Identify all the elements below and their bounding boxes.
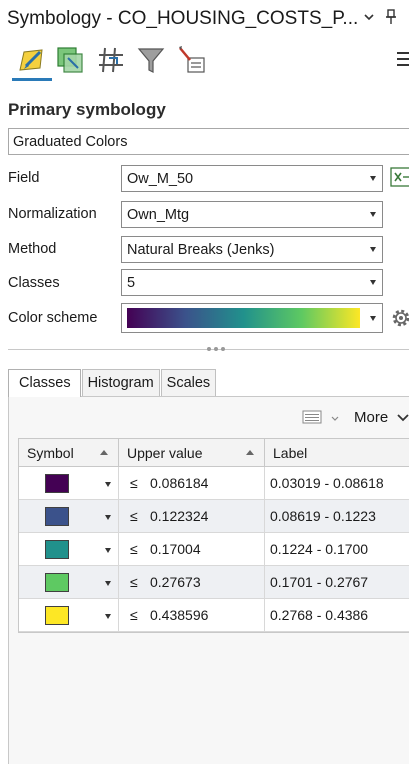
method-value: Natural Breaks (Jenks) bbox=[127, 242, 275, 258]
title-bar: Symbology - CO_HOUSING_COSTS_P... bbox=[0, 0, 409, 40]
symbology-toolbar bbox=[0, 40, 409, 88]
symbol-cell[interactable] bbox=[19, 566, 119, 598]
expression-icon[interactable] bbox=[390, 167, 409, 187]
chevron-down-icon bbox=[370, 280, 376, 285]
symbol-cell[interactable] bbox=[19, 599, 119, 631]
table-header: Symbol Upper value Label bbox=[19, 439, 409, 467]
menu-icon[interactable] bbox=[397, 52, 409, 68]
section-heading: Primary symbology bbox=[8, 100, 166, 119]
chevron-down-icon[interactable] bbox=[105, 548, 111, 553]
chevron-down-icon bbox=[370, 247, 376, 252]
label-classes-icon[interactable] bbox=[93, 42, 129, 78]
normalization-label: Normalization bbox=[8, 206, 97, 222]
table-row[interactable]: ≤0.086184 0.03019 - 0.08618 bbox=[19, 467, 409, 500]
column-header-upper-value[interactable]: Upper value bbox=[119, 439, 265, 466]
column-header-symbol[interactable]: Symbol bbox=[19, 439, 119, 466]
chevron-down-icon[interactable] bbox=[105, 482, 111, 487]
normalization-combo[interactable]: Own_Mtg bbox=[121, 201, 383, 228]
tab-strip: Classes Histogram Scales bbox=[8, 369, 217, 397]
symbol-cell[interactable] bbox=[19, 500, 119, 532]
class-symbol-swatch[interactable] bbox=[45, 539, 69, 559]
label-cell[interactable]: 0.03019 - 0.08618 bbox=[265, 467, 409, 499]
splitter-grip-icon[interactable] bbox=[207, 347, 229, 353]
normalization-value: Own_Mtg bbox=[127, 207, 190, 223]
classes-combo[interactable]: 5 bbox=[121, 269, 383, 296]
method-combo[interactable]: Natural Breaks (Jenks) bbox=[121, 236, 383, 263]
chevron-down-icon[interactable] bbox=[397, 412, 409, 422]
table-row[interactable]: ≤0.122324 0.08619 - 0.1223 bbox=[19, 500, 409, 533]
upper-value-cell[interactable]: ≤0.17004 bbox=[119, 533, 265, 565]
color-scheme-label: Color scheme bbox=[8, 310, 98, 326]
column-header-label[interactable]: Label bbox=[265, 439, 409, 466]
symbol-cell[interactable] bbox=[19, 533, 119, 565]
tab-classes[interactable]: Classes bbox=[8, 369, 81, 397]
upper-value-cell[interactable]: ≤0.27673 bbox=[119, 566, 265, 598]
symbol-cell[interactable] bbox=[19, 467, 119, 499]
chevron-down-icon bbox=[370, 212, 376, 217]
classes-label: Classes bbox=[8, 275, 60, 291]
class-symbol-swatch[interactable] bbox=[45, 572, 69, 592]
label-cell[interactable]: 0.1224 - 0.1700 bbox=[265, 533, 409, 565]
classes-table: Symbol Upper value Label ≤0.086184 0.030… bbox=[18, 438, 409, 633]
renderer-select[interactable]: Graduated Colors bbox=[8, 128, 409, 155]
method-label: Method bbox=[8, 241, 57, 257]
field-value: Ow_M_50 bbox=[127, 171, 194, 187]
class-symbol-swatch[interactable] bbox=[45, 605, 69, 625]
list-view-icon[interactable] bbox=[302, 410, 322, 424]
sort-arrow-icon bbox=[246, 450, 254, 455]
more-menu-button[interactable]: More bbox=[354, 409, 388, 426]
color-ramp bbox=[127, 308, 360, 328]
chevron-down-icon bbox=[370, 176, 376, 181]
pane-title: Symbology - CO_HOUSING_COSTS_P... bbox=[7, 8, 359, 29]
filter-icon[interactable] bbox=[133, 42, 169, 78]
active-tool-indicator bbox=[12, 78, 52, 81]
label-cell[interactable]: 0.2768 - 0.4386 bbox=[265, 599, 409, 631]
field-label: Field bbox=[8, 170, 40, 186]
table-row[interactable]: ≤0.17004 0.1224 - 0.1700 bbox=[19, 533, 409, 566]
upper-value-cell[interactable]: ≤0.438596 bbox=[119, 599, 265, 631]
expand-chevron-icon[interactable] bbox=[330, 414, 340, 424]
symbol-layer-drawing-icon[interactable] bbox=[174, 42, 210, 78]
chevron-down-icon[interactable] bbox=[105, 614, 111, 619]
label-cell[interactable]: 0.08619 - 0.1223 bbox=[265, 500, 409, 532]
tab-histogram[interactable]: Histogram bbox=[81, 369, 160, 396]
class-symbol-swatch[interactable] bbox=[45, 473, 69, 493]
gear-icon[interactable] bbox=[390, 307, 409, 329]
table-row[interactable]: ≤0.438596 0.2768 - 0.4386 bbox=[19, 599, 409, 632]
upper-value-cell[interactable]: ≤0.086184 bbox=[119, 467, 265, 499]
table-row[interactable]: ≤0.27673 0.1701 - 0.2767 bbox=[19, 566, 409, 599]
tab-scales[interactable]: Scales bbox=[160, 369, 217, 396]
color-scheme-combo[interactable] bbox=[121, 303, 383, 333]
upper-value-cell[interactable]: ≤0.122324 bbox=[119, 500, 265, 532]
class-symbol-swatch[interactable] bbox=[45, 506, 69, 526]
classes-value: 5 bbox=[127, 275, 136, 291]
chevron-down-icon[interactable] bbox=[105, 515, 111, 520]
chevron-down-icon[interactable] bbox=[105, 581, 111, 586]
vary-symbology-icon[interactable] bbox=[52, 42, 88, 78]
chevron-down-icon[interactable] bbox=[362, 10, 376, 24]
sort-arrow-icon bbox=[100, 450, 108, 455]
chevron-down-icon bbox=[370, 316, 376, 321]
primary-symbology-icon[interactable] bbox=[14, 42, 50, 78]
label-cell[interactable]: 0.1701 - 0.2767 bbox=[265, 566, 409, 598]
pin-icon[interactable] bbox=[384, 9, 398, 25]
field-combo[interactable]: Ow_M_50 bbox=[121, 165, 383, 192]
